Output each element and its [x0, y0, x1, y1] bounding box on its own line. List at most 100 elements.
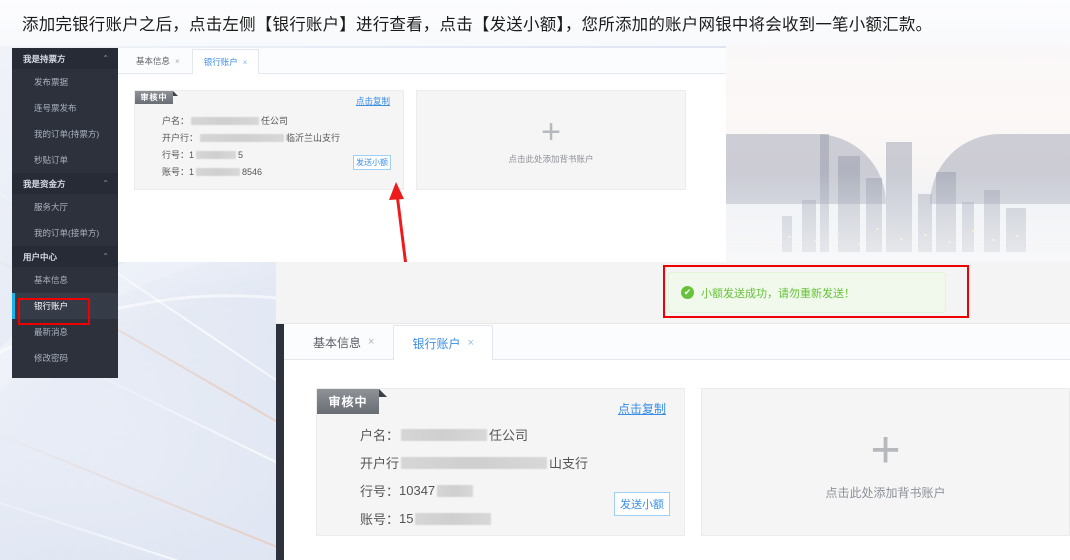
sidebar-item-label: 基本信息 — [34, 275, 69, 285]
add-card-label: 点击此处添加背书账户 — [825, 485, 946, 500]
field-value-prefix: 10347 — [399, 483, 436, 498]
tab-label: 银行账户 — [412, 336, 461, 351]
tab-basic-info[interactable]: 基本信息 × — [124, 48, 192, 73]
chevron-up-icon[interactable]: ⌃ — [102, 252, 109, 261]
sidebar-item-publish-bill[interactable]: 发布票据 — [12, 69, 118, 95]
account-cards-row-top: 审核中 点击复制 户名： 任公司 开户行： 临沂兰山支行 行号： 1 5 账号：… — [118, 74, 726, 190]
plus-icon: + — [541, 113, 561, 151]
sidebar-item-label: 秒贴订单 — [34, 155, 69, 165]
field-label: 开户行 — [360, 456, 400, 471]
tab-label: 基本信息 — [313, 335, 362, 350]
sidebar-group-header-user-center[interactable]: 用户中心 ⌃ — [12, 246, 118, 267]
sidebar-item-serial-bill-publish[interactable]: 连号票发布 — [12, 95, 118, 121]
field-label: 账号： — [360, 512, 400, 527]
sidebar-item-label: 连号票发布 — [34, 103, 77, 113]
field-value-suffix: 任公司 — [489, 428, 529, 443]
bank-account-card: 审核中 点击复制 户名： 任公司 开户行： 临沂兰山支行 行号： 1 5 账号：… — [134, 90, 404, 190]
send-small-amount-button[interactable]: 发送小额 — [614, 492, 670, 516]
copy-link[interactable]: 点击复制 — [356, 95, 390, 107]
window-bottom-content: 基本信息 × 银行账户 × 审核中 点击复制 户名： 任公司 开户行 山支行 行… — [284, 324, 1070, 560]
sidebar-item-label: 服务大厅 — [34, 202, 69, 212]
toast-message: 小额发送成功，请勿重新发送！ — [701, 287, 855, 300]
sidebar-group-header-holder[interactable]: 我是持票方 ⌃ — [12, 48, 118, 69]
field-value-prefix: 15 — [399, 511, 414, 526]
sidebar-item-service-hall[interactable]: 服务大厅 — [12, 194, 118, 220]
field-bank-branch: 开户行 山支行 — [360, 453, 588, 472]
tab-bar-top: 基本信息 × 银行账户 × — [118, 48, 726, 74]
sidebar-group-label: 我是资金方 — [23, 178, 66, 189]
redacted-value — [191, 116, 260, 125]
status-badge: 审核中 — [135, 91, 173, 104]
sidebar-nav: 我是持票方 ⌃ 发布票据 连号票发布 我的订单(持票方) 秒贴订单 我是资金方 … — [12, 48, 118, 378]
app-window-bottom: ✔ 小额发送成功，请勿重新发送！ 基本信息 × 银行账户 × 审核中 点击复制 … — [276, 262, 1070, 560]
success-check-icon: ✔ — [681, 286, 694, 299]
close-icon[interactable]: × — [175, 57, 180, 66]
instruction-text: 添加完银行账户之后，点击左侧【银行账户】进行查看，点击【发送小额】，您所添加的账… — [22, 15, 933, 34]
field-bank-branch: 开户行： 临沂兰山支行 — [162, 131, 340, 144]
field-label: 行号： — [360, 484, 400, 499]
tab-bank-account[interactable]: 银行账户 × — [191, 49, 260, 74]
field-account-name: 户名： 任公司 — [162, 114, 288, 127]
field-value-suffix: 任公司 — [261, 116, 289, 126]
sidebar-group-label: 我是持票方 — [23, 53, 66, 64]
redacted-value — [196, 167, 241, 176]
sidebar-item-label: 我的订单(接单方) — [34, 228, 100, 238]
sidebar-item-label: 我的订单(持票方) — [34, 129, 100, 139]
chevron-up-icon[interactable]: ⌃ — [102, 54, 109, 63]
tab-bar-bottom: 基本信息 × 银行账户 × — [284, 324, 1070, 360]
sidebar-item-my-orders-holder[interactable]: 我的订单(持票方) — [12, 121, 118, 147]
sidebar-item-label: 修改密码 — [34, 353, 69, 363]
add-endorsement-account-card[interactable]: + 点击此处添加背书账户 — [416, 90, 686, 190]
close-icon[interactable]: × — [243, 58, 248, 67]
chevron-up-icon[interactable]: ⌃ — [102, 179, 109, 188]
redacted-value — [401, 428, 488, 441]
field-value-prefix: 1 — [189, 149, 195, 160]
badge-tail-icon — [379, 389, 387, 397]
sidebar-item-label: 最新消息 — [34, 327, 69, 337]
redacted-value — [196, 150, 237, 159]
sidebar-item-latest-messages[interactable]: 最新消息 — [12, 319, 118, 345]
tab-label: 银行账户 — [203, 57, 238, 67]
add-endorsement-account-card[interactable]: + 点击此处添加背书账户 — [701, 388, 1070, 536]
sidebar-item-bank-account[interactable]: 银行账户 — [12, 293, 118, 319]
send-small-amount-button[interactable]: 发送小额 — [353, 155, 391, 170]
field-label: 行号： — [162, 150, 190, 160]
sidebar-item-my-orders-taker[interactable]: 我的订单(接单方) — [12, 220, 118, 246]
close-icon[interactable]: × — [368, 336, 374, 348]
field-label: 账号： — [162, 167, 190, 177]
copy-link[interactable]: 点击复制 — [618, 400, 666, 417]
sidebar-item-change-password[interactable]: 修改密码 — [12, 345, 118, 371]
success-toast: ✔ 小额发送成功，请勿重新发送！ — [668, 272, 946, 313]
window-top-content: 基本信息 × 银行账户 × 审核中 点击复制 户名： 任公司 开户行： 临沂兰山… — [118, 48, 726, 262]
field-value-suffix: 8546 — [242, 166, 263, 177]
screenshot-root: 添加完银行账户之后，点击左侧【银行账户】进行查看，点击【发送小额】，您所添加的账… — [0, 0, 1070, 560]
tab-basic-info[interactable]: 基本信息 × — [294, 324, 393, 359]
sidebar-item-quick-discount-orders[interactable]: 秒贴订单 — [12, 147, 118, 173]
instruction-banner: 添加完银行账户之后，点击左侧【银行账户】进行查看，点击【发送小额】，您所添加的账… — [0, 0, 1070, 46]
window-bottom-left-rail — [276, 324, 284, 560]
sidebar-group-header-funder[interactable]: 我是资金方 ⌃ — [12, 173, 118, 194]
redacted-value — [437, 484, 474, 497]
bank-account-card: 审核中 点击复制 户名： 任公司 开户行 山支行 行号： 10347 账号： 1… — [316, 388, 685, 536]
close-icon[interactable]: × — [467, 337, 473, 349]
redacted-value — [200, 133, 285, 142]
field-bank-code: 行号： 10347 — [360, 481, 475, 500]
tab-bank-account[interactable]: 银行账户 × — [393, 325, 493, 360]
sidebar-item-basic-info[interactable]: 基本信息 — [12, 267, 118, 293]
field-value-prefix: 1 — [189, 166, 195, 177]
redacted-value — [415, 512, 492, 525]
field-value-suffix: 山支行 — [549, 456, 589, 471]
field-label: 户名： — [162, 116, 190, 126]
sidebar-item-label: 发布票据 — [34, 77, 69, 87]
field-value-suffix: 5 — [238, 149, 244, 160]
field-label: 户名： — [360, 428, 400, 443]
tab-label: 基本信息 — [136, 56, 171, 66]
field-account-number: 账号： 15 — [360, 509, 493, 528]
background-cityscape-photo — [726, 46, 1070, 262]
field-bank-code: 行号： 1 5 — [162, 148, 243, 161]
sidebar-group-label: 用户中心 — [23, 251, 58, 262]
field-account-number: 账号： 1 8546 — [162, 165, 262, 178]
plus-icon: + — [870, 420, 901, 479]
sidebar-item-label: 银行账户 — [34, 301, 69, 311]
field-label: 开户行： — [162, 133, 199, 143]
